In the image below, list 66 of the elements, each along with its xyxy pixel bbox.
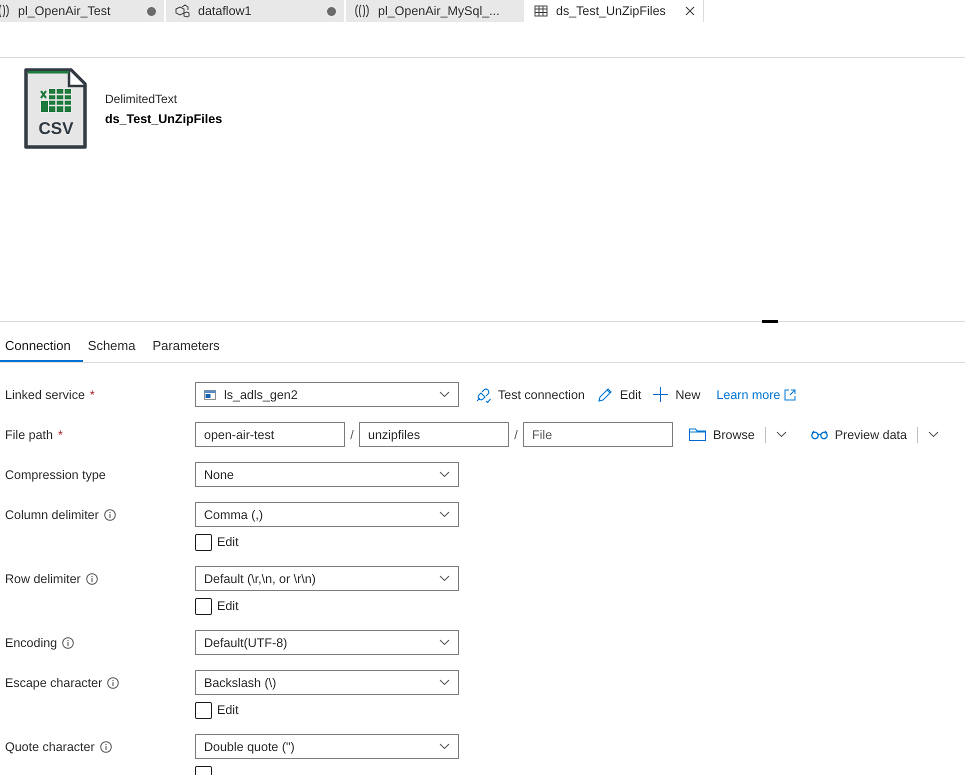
plus-icon xyxy=(653,387,668,402)
path-input-field[interactable]: File xyxy=(523,422,673,447)
field-label: Escape character xyxy=(5,676,102,690)
checkbox-label: Edit xyxy=(217,599,239,613)
brackets-icon xyxy=(354,4,370,18)
edit-checkbox[interactable] xyxy=(195,598,212,614)
dataset-type: DelimitedText xyxy=(105,92,178,106)
csv-file-icon: CSV xyxy=(24,68,87,149)
dropdown[interactable]: Default (\r,\n, or \r\n) xyxy=(195,566,459,591)
section-tab[interactable]: Schema xyxy=(82,323,148,362)
table-icon xyxy=(534,5,548,17)
dropdown[interactable]: Double quote (") xyxy=(195,734,459,759)
test-connection-button[interactable]: Test connection xyxy=(469,386,591,402)
unsaved-dot xyxy=(327,6,336,16)
chevron-down-icon xyxy=(439,391,450,398)
chevron-down-icon xyxy=(439,743,450,750)
editor-tab[interactable]: pl_OpenAir_MySql_... xyxy=(346,0,524,22)
caret-icon xyxy=(776,431,787,438)
editor-tab[interactable]: pl_OpenAir_Test xyxy=(0,0,164,22)
path-input-field[interactable]: open-air-test xyxy=(195,422,345,447)
field-label: Quote character xyxy=(5,740,95,754)
caret-icon xyxy=(928,431,939,438)
dropdown[interactable]: Default(UTF-8) xyxy=(195,630,459,655)
folder-icon xyxy=(689,428,706,441)
cubes-icon xyxy=(174,4,190,18)
chevron-down-icon xyxy=(439,471,450,478)
dropdown[interactable]: ls_adls_gen2 xyxy=(195,382,459,407)
edit-checkbox[interactable] xyxy=(195,702,212,718)
unsaved-dot xyxy=(147,6,156,16)
learn-more-link[interactable]: Learn more xyxy=(716,388,796,402)
dropdown[interactable]: Backslash (\) xyxy=(195,670,459,695)
browse-button[interactable]: Browse xyxy=(683,428,761,442)
edit-checkbox[interactable] xyxy=(195,534,212,550)
close-icon[interactable] xyxy=(685,6,695,16)
dropdown[interactable]: None xyxy=(195,462,459,487)
external-link-icon xyxy=(784,388,796,400)
dataset-name: ds_Test_UnZipFiles xyxy=(105,112,222,126)
path-separator: / xyxy=(513,428,519,442)
field-label: Encoding xyxy=(5,636,58,650)
glasses-icon xyxy=(810,430,828,440)
section-tab[interactable]: Connection xyxy=(0,323,83,362)
pencil-icon xyxy=(596,386,613,402)
preview-data-button[interactable]: Preview data xyxy=(804,428,913,442)
field-label: Compression type xyxy=(5,468,106,482)
new-button[interactable]: New xyxy=(647,387,706,402)
plug-icon xyxy=(475,386,491,402)
required-mark: * xyxy=(90,388,95,402)
storage-icon xyxy=(204,390,216,400)
field-label: File path xyxy=(5,428,53,442)
splitter-handle[interactable] xyxy=(762,320,778,323)
required-mark: * xyxy=(58,428,63,442)
path-separator: / xyxy=(349,428,355,442)
chevron-down-icon xyxy=(439,639,450,646)
chevron-down-icon xyxy=(439,511,450,518)
field-label: Row delimiter xyxy=(5,572,81,586)
checkbox-label: Edit xyxy=(217,535,239,549)
path-input-field[interactable]: unzipfiles xyxy=(359,422,509,447)
field-label: Column delimiter xyxy=(5,508,99,522)
editor-tab[interactable]: dataflow1 xyxy=(166,0,344,22)
field-label: Linked service xyxy=(5,388,85,402)
dropdown[interactable]: Comma (,) xyxy=(195,502,459,527)
chevron-down-icon xyxy=(439,575,450,582)
edit-button[interactable]: Edit xyxy=(590,386,648,402)
checkbox-label: Edit xyxy=(217,703,239,717)
chevron-down-icon xyxy=(439,679,450,686)
section-tab[interactable]: Parameters xyxy=(147,323,232,362)
